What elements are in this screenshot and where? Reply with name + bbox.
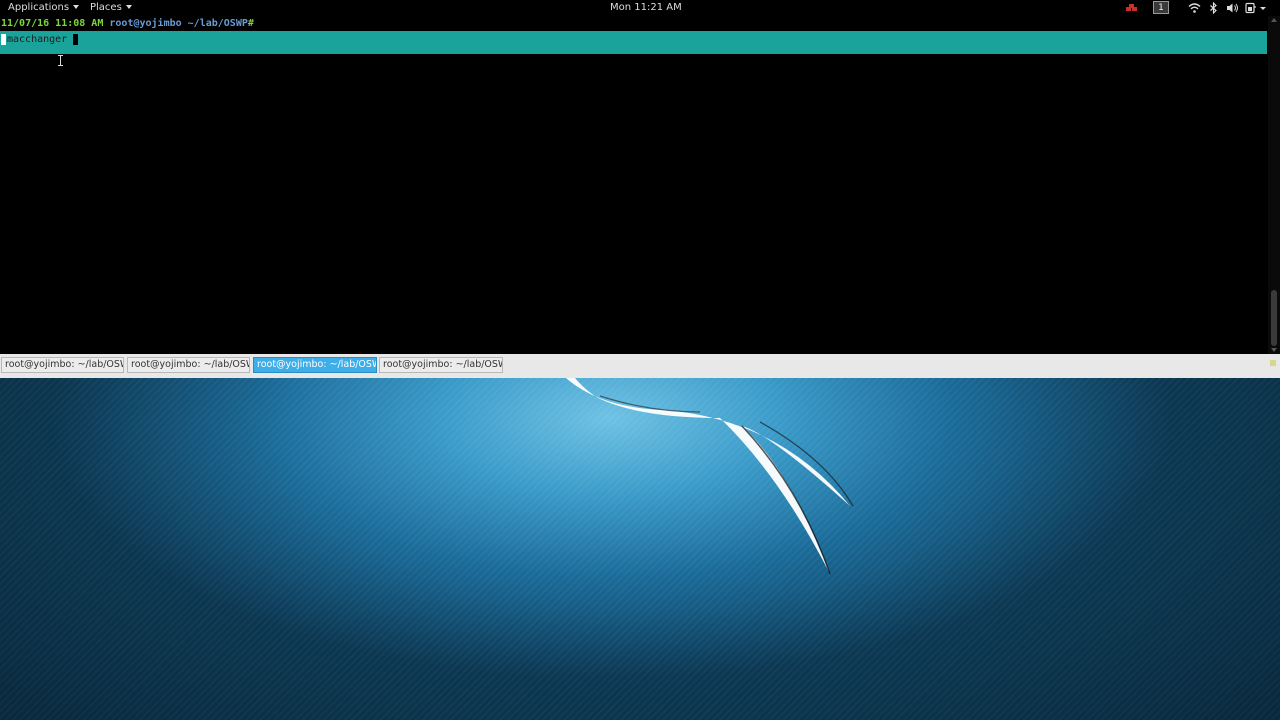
kali-dragon-logo-icon [566, 378, 854, 575]
resize-grip-icon[interactable] [1270, 360, 1276, 366]
applications-menu[interactable]: Applications [8, 2, 80, 13]
places-menu-label: Places [90, 2, 122, 13]
terminal-tab-1[interactable]: root@yojimbo: ~/lab/OSWP [1, 357, 124, 373]
text-cursor [73, 34, 78, 45]
terminal-tab-3[interactable]: root@yojimbo: ~/lab/OSWP [253, 357, 377, 373]
terminal-tab-2[interactable]: root@yojimbo: ~/lab/OSWP [127, 357, 250, 373]
scroll-up-arrow-icon[interactable] [1271, 18, 1277, 22]
prompt-symbol: # [247, 18, 254, 29]
desktop-wallpaper [0, 378, 1280, 720]
terminal-tab-4[interactable]: root@yojimbo: ~/lab/OSWP [379, 357, 503, 373]
applications-menu-label: Applications [8, 2, 70, 13]
chevron-down-icon [125, 5, 132, 9]
workspace-indicator[interactable]: 1 [1153, 1, 1169, 14]
terminal-scrollbar[interactable] [1268, 16, 1280, 354]
stacked-windows-icon[interactable] [1126, 4, 1138, 12]
selection-marker [1, 34, 6, 45]
clock[interactable]: Mon 11:21 AM [610, 2, 682, 13]
mouse-ibeam-cursor-icon [58, 55, 64, 66]
bluetooth-icon[interactable] [1209, 2, 1218, 14]
volume-icon[interactable] [1226, 2, 1239, 14]
shell-prompt: 11/07/16 11:08 AM root@yojimbo ~/lab/OSW… [1, 18, 254, 29]
prompt-user-path: root@yojimbo ~/lab/OSWP [109, 18, 248, 29]
scroll-down-arrow-icon[interactable] [1271, 348, 1277, 352]
power-icon[interactable] [1245, 2, 1267, 14]
command-text: macchanger [7, 34, 68, 45]
top-panel: Applications Places Mon 11:21 AM 1 [0, 0, 1280, 16]
command-input-line[interactable]: macchanger [0, 31, 1267, 54]
terminal-window[interactable]: 11/07/16 11:08 AM root@yojimbo ~/lab/OSW… [0, 16, 1280, 354]
places-menu[interactable]: Places [90, 2, 132, 13]
prompt-timestamp: 11/07/16 11:08 AM [1, 18, 104, 29]
scrollbar-thumb[interactable] [1271, 290, 1277, 346]
wifi-icon[interactable] [1188, 2, 1201, 14]
terminal-tab-bar: root@yojimbo: ~/lab/OSWP root@yojimbo: ~… [0, 354, 1280, 378]
chevron-down-icon [73, 5, 80, 9]
